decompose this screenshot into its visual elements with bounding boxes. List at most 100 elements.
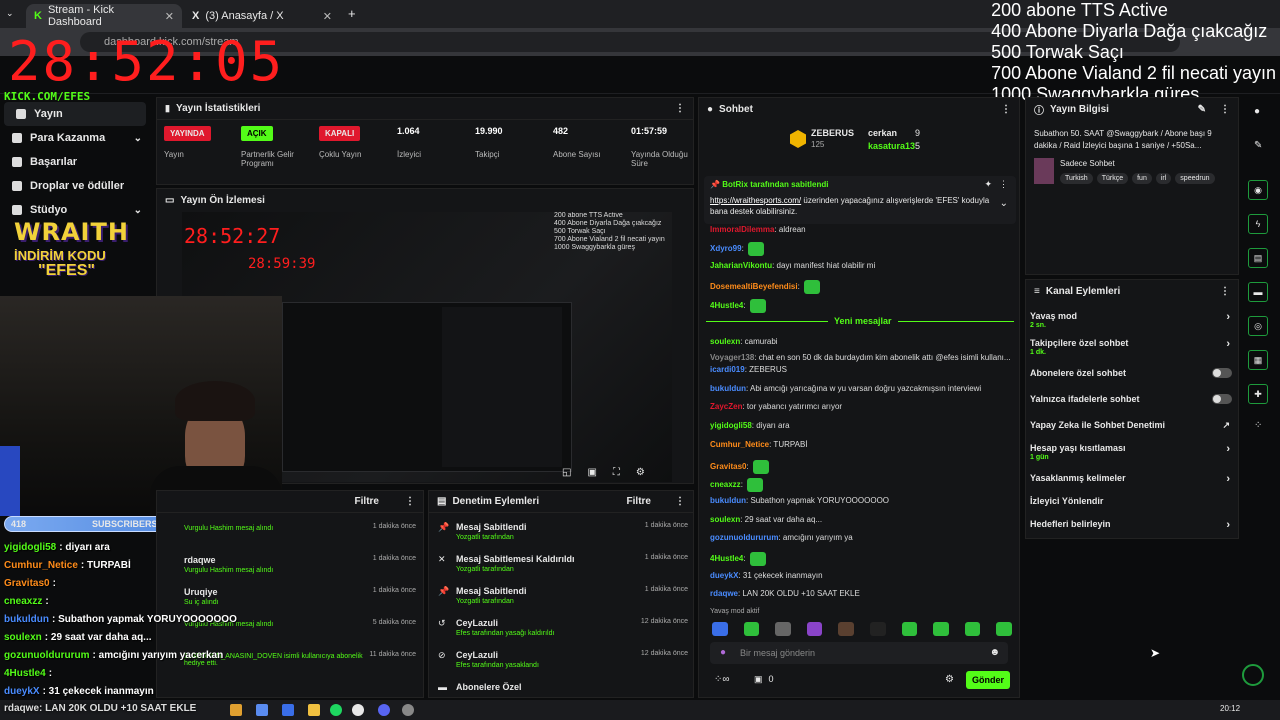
mic-icon[interactable]: ● bbox=[720, 647, 726, 658]
unpin-icon[interactable]: ✦ bbox=[984, 179, 992, 190]
chat-username[interactable]: Xdyro99 bbox=[710, 244, 742, 253]
chat-username[interactable]: JaharianVikontu bbox=[710, 261, 772, 270]
chat-username[interactable]: ZaycZen bbox=[710, 402, 742, 411]
folder-icon[interactable] bbox=[308, 704, 320, 716]
emote-icon[interactable] bbox=[806, 622, 823, 636]
sidebar-item-monetization[interactable]: Para Kazanma ⌄ bbox=[0, 126, 150, 150]
emote-icon[interactable] bbox=[996, 622, 1012, 636]
toggle-switch[interactable] bbox=[1212, 394, 1232, 404]
tab-x-home[interactable]: X (3) Anasayfa / X ✕ bbox=[184, 4, 340, 28]
tab-kick-dashboard[interactable]: K Stream - Kick Dashboard ✕ bbox=[26, 4, 182, 28]
chat-username[interactable]: dueykX bbox=[710, 571, 738, 580]
obs-icon[interactable] bbox=[402, 704, 414, 716]
chat-tools-icon[interactable]: ⁘∞ bbox=[714, 674, 730, 685]
chat-username[interactable]: bukuldun bbox=[710, 496, 746, 505]
lightning-icon[interactable]: ϟ bbox=[1248, 214, 1268, 234]
app-icon[interactable] bbox=[256, 704, 268, 716]
app-icon[interactable] bbox=[230, 704, 242, 716]
emote-icon[interactable] bbox=[964, 622, 981, 636]
emote-icon[interactable] bbox=[933, 622, 949, 636]
emote-icon[interactable] bbox=[712, 622, 728, 636]
live-status-indicator[interactable] bbox=[1242, 664, 1264, 686]
info-icon[interactable]: ● bbox=[1254, 106, 1260, 117]
wrench-icon[interactable]: ✚ bbox=[1248, 384, 1268, 404]
edit-pencil-icon[interactable]: ✎ bbox=[1254, 140, 1262, 151]
chat-username[interactable]: icardi019 bbox=[710, 365, 745, 374]
layout-icon[interactable]: ▦ bbox=[1248, 350, 1268, 370]
channel-points[interactable]: ▣ 0 bbox=[754, 674, 774, 685]
leaderboard-name[interactable]: ZEBERUS bbox=[811, 128, 854, 138]
leaderboard-name[interactable]: cerkan bbox=[868, 128, 897, 138]
discord-icon[interactable] bbox=[378, 704, 390, 716]
emoji-picker-icon[interactable]: ☻ bbox=[989, 647, 1000, 658]
chat-username[interactable]: ImmoralDilemma bbox=[710, 225, 774, 234]
filter-button[interactable]: Filtre bbox=[627, 496, 651, 507]
new-tab-icon[interactable]: + bbox=[348, 6, 356, 21]
channel-action-item[interactable]: Abonelere özel sohbet bbox=[1030, 368, 1232, 390]
camera-icon[interactable]: ◉ bbox=[1248, 180, 1268, 200]
channel-action-item[interactable]: Yalnızca ifadelerle sohbet bbox=[1030, 394, 1232, 416]
close-tab-icon[interactable]: ✕ bbox=[165, 10, 174, 23]
spotify-icon[interactable] bbox=[330, 704, 342, 716]
settings-gear-icon[interactable]: ⚙ bbox=[636, 467, 645, 478]
toggle-switch[interactable] bbox=[1212, 368, 1232, 378]
fullscreen-icon[interactable]: ⛶ bbox=[613, 467, 620, 478]
broadcast-icon[interactable]: ◎ bbox=[1248, 316, 1268, 336]
sidebar-item-achievements[interactable]: Başarılar bbox=[0, 150, 150, 174]
chat-username[interactable]: yigidogli58 bbox=[710, 421, 752, 430]
more-options-icon[interactable]: ⋮ bbox=[1220, 104, 1230, 115]
tag-chip[interactable]: Türkçe bbox=[1096, 173, 1129, 184]
chat-username[interactable]: Gravitas0 bbox=[710, 462, 746, 471]
chat-settings-icon[interactable]: ⚙ bbox=[945, 674, 954, 685]
tag-chip[interactable]: fun bbox=[1132, 173, 1152, 184]
more-options-icon[interactable]: ⋮ bbox=[405, 496, 415, 507]
chevron-down-icon[interactable]: ⌄ bbox=[1000, 198, 1008, 209]
filter-button[interactable]: Filtre bbox=[355, 496, 379, 507]
channel-action-item[interactable]: Yasaklanmış kelimeler › bbox=[1030, 473, 1232, 495]
channel-action-item[interactable]: İzleyici Yönlendir bbox=[1030, 496, 1232, 518]
emote-icon[interactable] bbox=[743, 622, 760, 636]
chat-username[interactable]: bukuldun bbox=[710, 384, 746, 393]
app-icon[interactable] bbox=[282, 704, 294, 716]
more-options-icon[interactable]: ⋮ bbox=[675, 103, 685, 114]
emote-icon[interactable] bbox=[775, 622, 791, 636]
chrome-icon[interactable] bbox=[352, 704, 364, 716]
channel-action-item[interactable]: Yapay Zeka ile Sohbet Denetimi ↗ bbox=[1030, 420, 1232, 442]
document-icon[interactable]: ▤ bbox=[1248, 248, 1268, 268]
chat-username[interactable]: rdaqwe bbox=[710, 589, 738, 598]
more-options-icon[interactable]: ⋮ bbox=[999, 179, 1008, 190]
tag-chip[interactable]: Turkish bbox=[1060, 173, 1093, 184]
channel-action-item[interactable]: Yavaş mod 2 sn. › bbox=[1030, 311, 1232, 333]
category-name[interactable]: Sadece Sohbet bbox=[1060, 159, 1115, 168]
tab-search-icon[interactable]: ⌄ bbox=[6, 8, 14, 19]
chat-icon[interactable]: ▬ bbox=[1248, 282, 1268, 302]
send-button[interactable]: Gönder bbox=[966, 671, 1010, 689]
sidebar-item-drops[interactable]: Droplar ve ödüller bbox=[0, 174, 150, 198]
picture-in-picture-icon[interactable]: ◱ bbox=[562, 467, 571, 478]
more-options-icon[interactable]: ⋮ bbox=[675, 496, 685, 507]
more-apps-icon[interactable]: ⁘ bbox=[1254, 420, 1262, 431]
chat-input[interactable]: ● Bir mesaj gönderin ☻ bbox=[710, 642, 1008, 664]
more-options-icon[interactable]: ⋮ bbox=[1001, 104, 1011, 115]
chat-username[interactable]: cneaxzz bbox=[710, 480, 741, 489]
channel-action-item[interactable]: Takipçilere özel sohbet 1 dk. › bbox=[1030, 338, 1232, 360]
close-tab-icon[interactable]: ✕ bbox=[323, 10, 332, 23]
sidebar-item-stream[interactable]: Yayın bbox=[4, 102, 146, 126]
channel-action-item[interactable]: Hesap yaşı kısıtlaması 1 gün › bbox=[1030, 443, 1232, 465]
pinned-link[interactable]: https://wraithesports.com/ bbox=[710, 196, 801, 205]
emote-icon[interactable] bbox=[901, 622, 918, 636]
tag-chip[interactable]: speedrun bbox=[1175, 173, 1215, 184]
chat-username[interactable]: soulexn bbox=[710, 515, 740, 524]
chat-username[interactable]: DosemealtiBeyefendisi bbox=[710, 282, 798, 291]
more-options-icon[interactable]: ⋮ bbox=[1220, 286, 1230, 297]
chat-username[interactable]: Cumhur_Netice bbox=[710, 440, 769, 449]
chat-username[interactable]: 4Hustle4 bbox=[710, 301, 743, 310]
emote-icon[interactable] bbox=[869, 622, 886, 636]
chat-username[interactable]: 4Hustle4 bbox=[710, 554, 743, 563]
edit-pencil-icon[interactable]: ✎ bbox=[1198, 104, 1206, 115]
emote-icon[interactable] bbox=[838, 622, 854, 636]
leaderboard-name[interactable]: kasatura13 bbox=[868, 141, 915, 151]
channel-action-item[interactable]: Hedefleri belirleyin › bbox=[1030, 519, 1232, 541]
theater-icon[interactable]: ▣ bbox=[587, 467, 596, 478]
tag-chip[interactable]: irl bbox=[1155, 173, 1172, 184]
